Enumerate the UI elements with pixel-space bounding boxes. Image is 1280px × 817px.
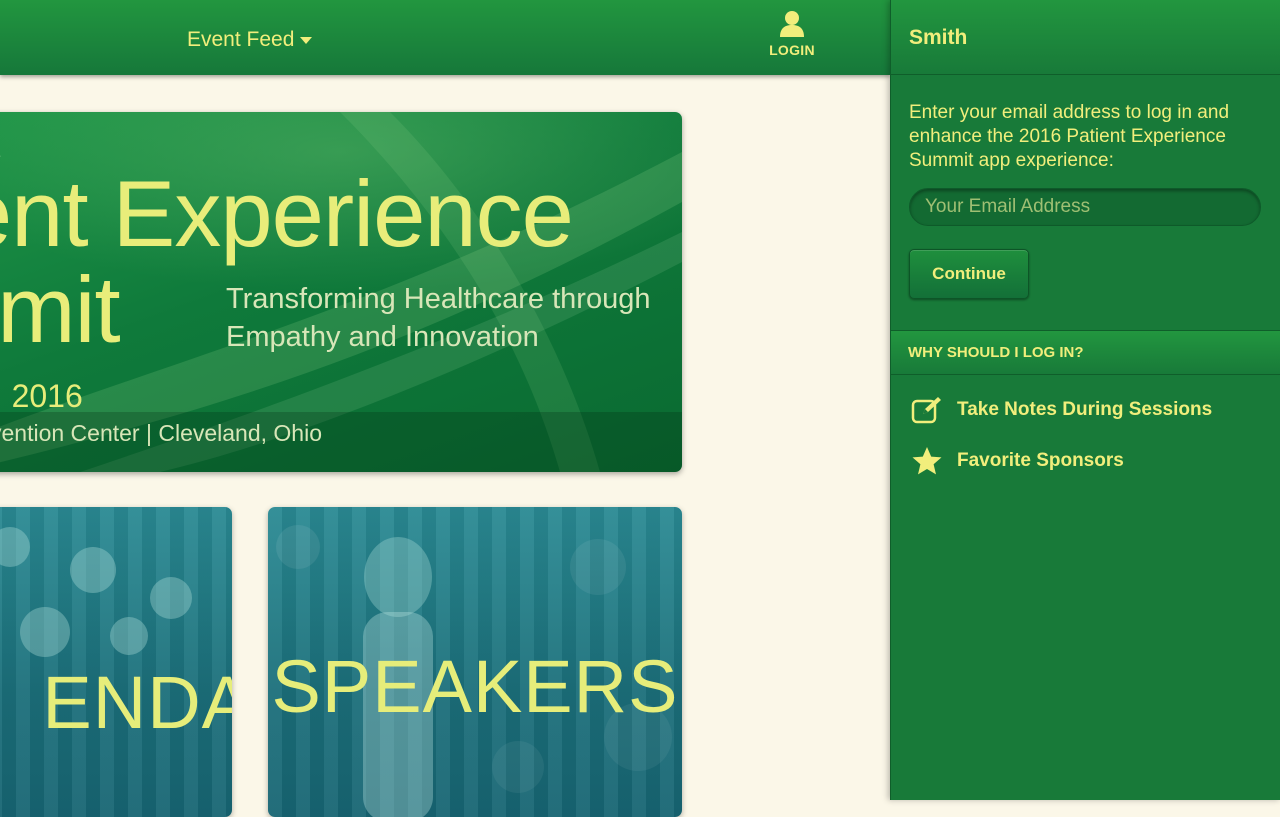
event-banner[interactable]: L ient Experience mmit Transforming Heal… — [0, 112, 682, 472]
continue-button[interactable]: Continue — [909, 249, 1029, 299]
crowd-photo-detail — [0, 527, 30, 567]
why-login-header: WHY SHOULD I LOG IN? — [891, 330, 1280, 375]
edit-icon — [911, 397, 941, 424]
benefit-label: Take Notes During Sessions — [957, 399, 1213, 420]
login-button[interactable]: LOGIN — [762, 8, 822, 68]
banner-venue: vention Center | Cleveland, Ohio — [0, 420, 322, 446]
banner-tagline: Transforming Healthcare through Empathy … — [226, 280, 650, 356]
crowd-photo-detail — [70, 547, 116, 593]
benefit-take-notes: Take Notes During Sessions — [911, 395, 1212, 425]
agenda-tile-label: ENDA — [42, 661, 232, 744]
top-nav-bar: Event Feed LOGIN — [0, 0, 890, 75]
banner-tagline-line1: Transforming Healthcare through — [226, 283, 651, 315]
crowd-photo-detail — [110, 617, 148, 655]
star-icon — [912, 447, 942, 475]
login-instructions: Enter your email address to log in and e… — [909, 102, 1230, 171]
login-label: LOGIN — [769, 42, 815, 58]
sidebar-user-name: Smith — [909, 26, 968, 49]
banner-eyebrow-text: L — [0, 144, 3, 160]
why-login-heading: WHY SHOULD I LOG IN? — [908, 344, 1084, 361]
login-sidebar: Smith Enter your email address to log in… — [890, 0, 1280, 800]
benefit-favorite-sponsors: Favorite Sponsors — [911, 446, 1124, 476]
user-icon — [780, 11, 804, 37]
email-field[interactable] — [909, 188, 1261, 226]
banner-title-line1: ient Experience — [0, 161, 574, 266]
event-feed-label: Event Feed — [187, 28, 295, 51]
crowd-photo-detail — [150, 577, 192, 619]
event-feed-menu[interactable]: Event Feed — [187, 26, 313, 54]
banner-date: 8, 2016 — [0, 378, 83, 414]
crowd-photo-detail — [20, 607, 70, 657]
banner-tagline-line2: Empathy and Innovation — [226, 321, 539, 353]
banner-title-line2: mmit — [0, 257, 121, 362]
benefit-label: Favorite Sponsors — [957, 450, 1124, 471]
sidebar-header: Smith — [891, 0, 1280, 75]
chevron-down-icon — [300, 37, 313, 44]
speakers-tile[interactable]: SPEAKERS — [268, 507, 682, 817]
speakers-tile-label: SPEAKERS — [271, 645, 679, 728]
agenda-tile[interactable]: ENDA — [0, 507, 232, 817]
